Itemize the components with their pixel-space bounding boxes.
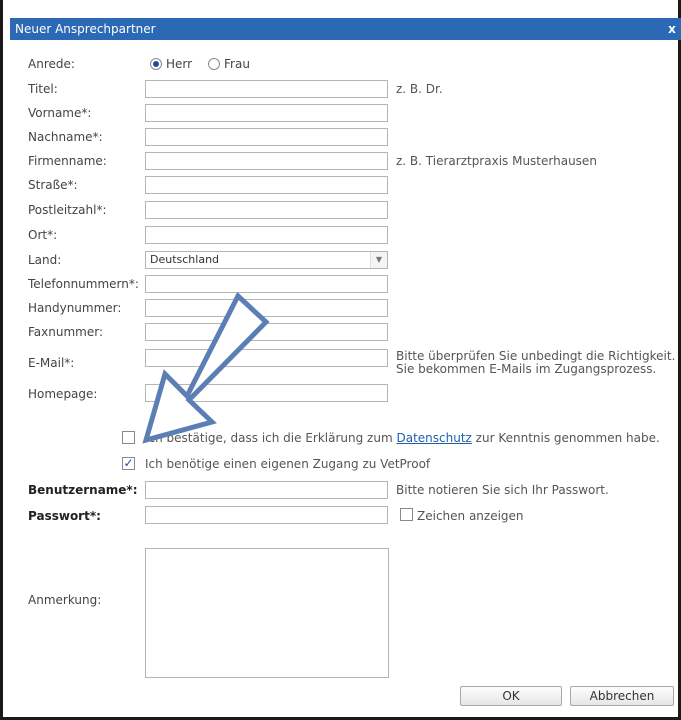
street-label: Straße*: xyxy=(28,178,78,192)
company-label: Firmenname: xyxy=(28,154,107,168)
title-label: Titel: xyxy=(28,82,58,96)
salutation-herr-radio[interactable] xyxy=(150,58,162,70)
company-field[interactable] xyxy=(145,152,388,170)
title-hint: z. B. Dr. xyxy=(396,82,443,96)
privacy-text-after: zur Kenntnis genommen habe. xyxy=(475,431,660,445)
firstname-label: Vorname*: xyxy=(28,106,92,120)
phone-field[interactable] xyxy=(145,275,388,293)
remark-textarea[interactable] xyxy=(145,548,389,678)
show-password-label: Zeichen anzeigen xyxy=(417,509,524,523)
username-label: Benutzername*: xyxy=(28,483,138,497)
cancel-button[interactable]: Abbrechen xyxy=(570,686,674,706)
salutation-label: Anrede: xyxy=(28,57,75,71)
username-field[interactable] xyxy=(145,481,388,499)
company-hint: z. B. Tierarztpraxis Musterhausen xyxy=(396,154,597,168)
password-label: Passwort*: xyxy=(28,509,101,523)
own-access-text: Ich benötige einen eigenen Zugang zu Vet… xyxy=(145,457,431,471)
zip-field[interactable] xyxy=(145,201,388,219)
show-password-checkbox[interactable] xyxy=(400,508,413,521)
salutation-herr-label[interactable]: Herr xyxy=(166,57,192,71)
lastname-label: Nachname*: xyxy=(28,130,103,144)
phone-label: Telefonnummern*: xyxy=(28,277,139,291)
salutation-frau-radio[interactable] xyxy=(208,58,220,70)
password-field[interactable] xyxy=(145,506,388,524)
country-select[interactable]: Deutschland ▼ xyxy=(145,251,388,269)
privacy-link[interactable]: Datenschutz xyxy=(396,431,471,445)
email-hint-line2: Sie bekommen E-Mails im Zugangsprozess. xyxy=(396,362,657,376)
mobile-field[interactable] xyxy=(145,299,388,317)
privacy-checkbox[interactable] xyxy=(122,431,135,444)
zip-label: Postleitzahl*: xyxy=(28,203,107,217)
mobile-label: Handynummer: xyxy=(28,301,122,315)
close-icon[interactable]: x xyxy=(665,18,679,40)
city-field[interactable] xyxy=(145,226,388,244)
fax-field[interactable] xyxy=(145,323,388,341)
chevron-down-icon[interactable]: ▼ xyxy=(370,252,387,268)
firstname-field[interactable] xyxy=(145,104,388,122)
email-field[interactable] xyxy=(145,349,388,367)
homepage-label: Homepage: xyxy=(28,387,98,401)
fax-label: Faxnummer: xyxy=(28,325,103,339)
country-select-value: Deutschland xyxy=(150,253,220,266)
email-label: E-Mail*: xyxy=(28,356,75,370)
privacy-text-before: Ich bestätige, dass ich die Erklärung zu… xyxy=(145,431,393,445)
dialog-titlebar: Neuer Ansprechpartner x xyxy=(10,18,681,40)
title-field[interactable] xyxy=(145,80,388,98)
ok-button[interactable]: OK xyxy=(460,686,562,706)
country-label: Land: xyxy=(28,253,62,267)
street-field[interactable] xyxy=(145,176,388,194)
privacy-text: Ich bestätige, dass ich die Erklärung zu… xyxy=(145,431,660,445)
remark-label: Anmerkung: xyxy=(28,593,102,607)
own-access-checkbox[interactable]: ✓ xyxy=(122,457,135,470)
email-hint-line1: Bitte überprüfen Sie unbedingt die Richt… xyxy=(396,349,676,363)
city-label: Ort*: xyxy=(28,228,58,242)
username-hint: Bitte notieren Sie sich Ihr Passwort. xyxy=(396,483,609,497)
salutation-frau-label[interactable]: Frau xyxy=(224,57,250,71)
lastname-field[interactable] xyxy=(145,128,388,146)
dialog-title: Neuer Ansprechpartner xyxy=(15,22,156,36)
homepage-field[interactable] xyxy=(145,384,388,402)
